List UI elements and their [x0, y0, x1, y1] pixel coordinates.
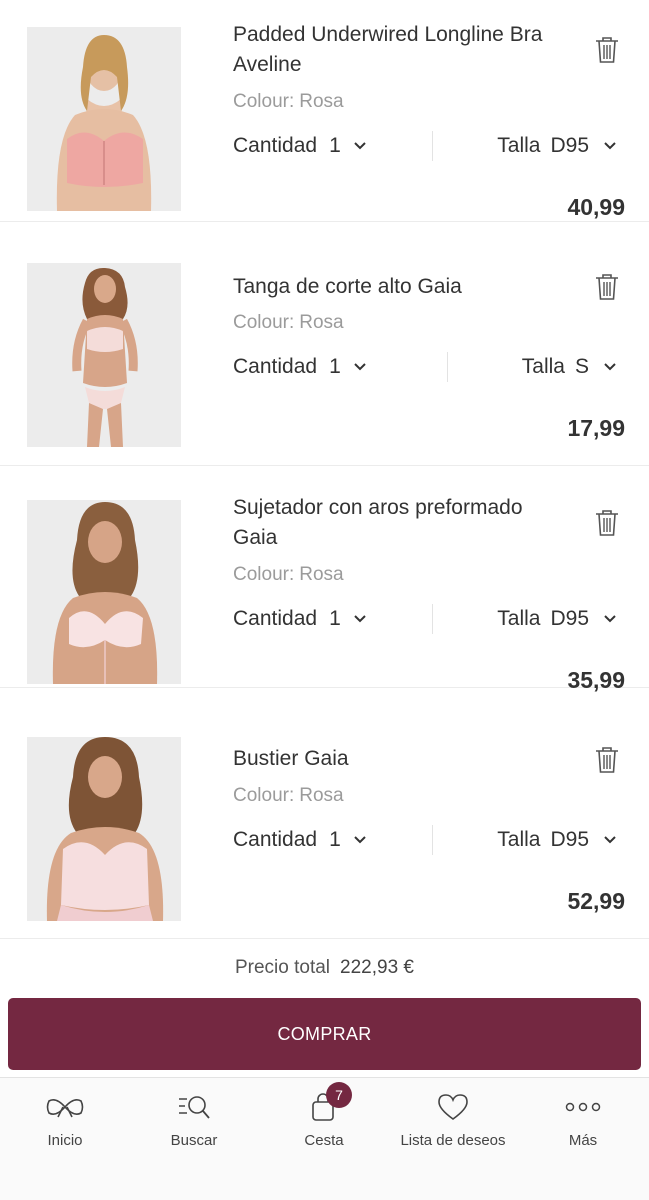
chevron-down-icon — [353, 835, 367, 845]
divider — [432, 131, 433, 161]
divider — [432, 604, 433, 634]
quantity-value: 1 — [329, 355, 341, 378]
search-icon — [177, 1090, 211, 1124]
tab-mas[interactable]: Más — [518, 1078, 648, 1168]
quantity-value: 1 — [329, 828, 341, 851]
size-value: S — [574, 355, 589, 378]
order-total: Precio total 222,93 € — [0, 944, 649, 992]
product-price: 35,99 — [567, 667, 625, 693]
chevron-down-icon — [353, 141, 367, 151]
colour-label: Colour: — [233, 91, 295, 112]
quantity-select[interactable]: Cantidad 1 — [233, 352, 367, 382]
product-title[interactable]: Padded Underwired Longline Bra Aveline — [233, 20, 543, 80]
cart-item: Padded Underwired Longline Bra Aveline C… — [0, 0, 649, 222]
checkout-button[interactable]: COMPRAR — [8, 998, 641, 1070]
product-photo-gaia-bra — [27, 500, 181, 684]
chevron-down-icon — [603, 362, 617, 372]
product-price: 17,99 — [567, 415, 625, 441]
tab-label: Más — [568, 1132, 598, 1149]
trash-icon[interactable] — [594, 272, 620, 302]
size-label: Talla — [497, 828, 541, 851]
tab-label: Lista de deseos — [400, 1132, 506, 1149]
size-select[interactable]: Talla D95 — [497, 131, 617, 161]
size-value: D95 — [550, 828, 589, 851]
colour-value: Rosa — [299, 91, 344, 112]
cart-item: Tanga de corte alto Gaia Colour: Rosa Can… — [0, 244, 649, 466]
quantity-value: 1 — [329, 607, 341, 630]
product-colour: Colour: Rosa — [233, 91, 344, 113]
chevron-down-icon — [353, 362, 367, 372]
product-colour: Colour: Rosa — [233, 785, 344, 807]
tab-label: Inicio — [47, 1132, 83, 1149]
product-title[interactable]: Tanga de corte alto Gaia — [233, 272, 543, 302]
size-label: Talla — [497, 134, 541, 157]
colour-label: Colour: — [233, 312, 295, 333]
product-title[interactable]: Bustier Gaia — [233, 744, 543, 774]
chevron-down-icon — [603, 614, 617, 624]
more-icon — [565, 1090, 601, 1124]
size-label: Talla — [497, 607, 541, 630]
quantity-select[interactable]: Cantidad 1 — [233, 825, 367, 855]
product-price: 40,99 — [567, 194, 625, 220]
bow-icon — [46, 1090, 84, 1124]
colour-value: Rosa — [299, 564, 344, 585]
tab-label: Cesta — [304, 1132, 344, 1149]
colour-label: Colour: — [233, 785, 295, 806]
chevron-down-icon — [353, 614, 367, 624]
divider — [432, 825, 433, 855]
cart-item: Sujetador con aros preformado Gaia Colou… — [0, 466, 649, 693]
bottom-tab-bar: Inicio Buscar 7 Cesta Lista de deseos Má… — [0, 1077, 649, 1200]
colour-value: Rosa — [299, 785, 344, 806]
bag-icon: 7 — [310, 1082, 352, 1124]
size-select[interactable]: Talla D95 — [497, 604, 617, 634]
product-title[interactable]: Sujetador con aros preformado Gaia — [233, 493, 543, 553]
colour-label: Colour: — [233, 564, 295, 585]
quantity-select[interactable]: Cantidad 1 — [233, 131, 367, 161]
quantity-label: Cantidad — [233, 355, 318, 378]
product-colour: Colour: Rosa — [233, 312, 344, 334]
product-image[interactable] — [27, 737, 181, 921]
product-photo-aveline — [27, 27, 181, 211]
cart-item: Bustier Gaia Colour: Rosa Cantidad 1 Tall… — [0, 717, 649, 939]
quantity-value: 1 — [329, 134, 341, 157]
size-value: D95 — [550, 607, 589, 630]
tab-cesta[interactable]: 7 Cesta — [259, 1078, 389, 1168]
tab-label: Buscar — [170, 1132, 218, 1149]
chevron-down-icon — [603, 141, 617, 151]
tab-inicio[interactable]: Inicio — [0, 1078, 130, 1168]
chevron-down-icon — [603, 835, 617, 845]
divider — [447, 352, 448, 382]
trash-icon[interactable] — [594, 745, 620, 775]
quantity-label: Cantidad — [233, 607, 318, 630]
quantity-select[interactable]: Cantidad 1 — [233, 604, 367, 634]
trash-icon[interactable] — [594, 508, 620, 538]
product-colour: Colour: Rosa — [233, 564, 344, 586]
product-image[interactable] — [27, 27, 181, 211]
product-image[interactable] — [27, 263, 181, 447]
trash-icon[interactable] — [594, 35, 620, 65]
size-select[interactable]: Talla S — [522, 352, 617, 382]
size-label: Talla — [521, 355, 565, 378]
colour-value: Rosa — [299, 312, 344, 333]
size-select[interactable]: Talla D95 — [497, 825, 617, 855]
heart-icon — [437, 1090, 469, 1124]
product-image[interactable] — [27, 500, 181, 684]
quantity-label: Cantidad — [233, 134, 318, 157]
product-photo-gaia-thong — [27, 263, 181, 447]
total-value: 222,93 € — [340, 957, 414, 978]
quantity-label: Cantidad — [233, 828, 318, 851]
cart-page: Padded Underwired Longline Bra Aveline C… — [0, 0, 649, 1200]
tab-lista-de-deseos[interactable]: Lista de deseos — [388, 1078, 518, 1168]
cart-count-badge: 7 — [326, 1082, 352, 1108]
tab-buscar[interactable]: Buscar — [129, 1078, 259, 1168]
product-price: 52,99 — [567, 888, 625, 914]
total-label: Precio total — [234, 957, 331, 978]
size-value: D95 — [550, 134, 589, 157]
product-photo-gaia-bustier — [27, 737, 181, 921]
